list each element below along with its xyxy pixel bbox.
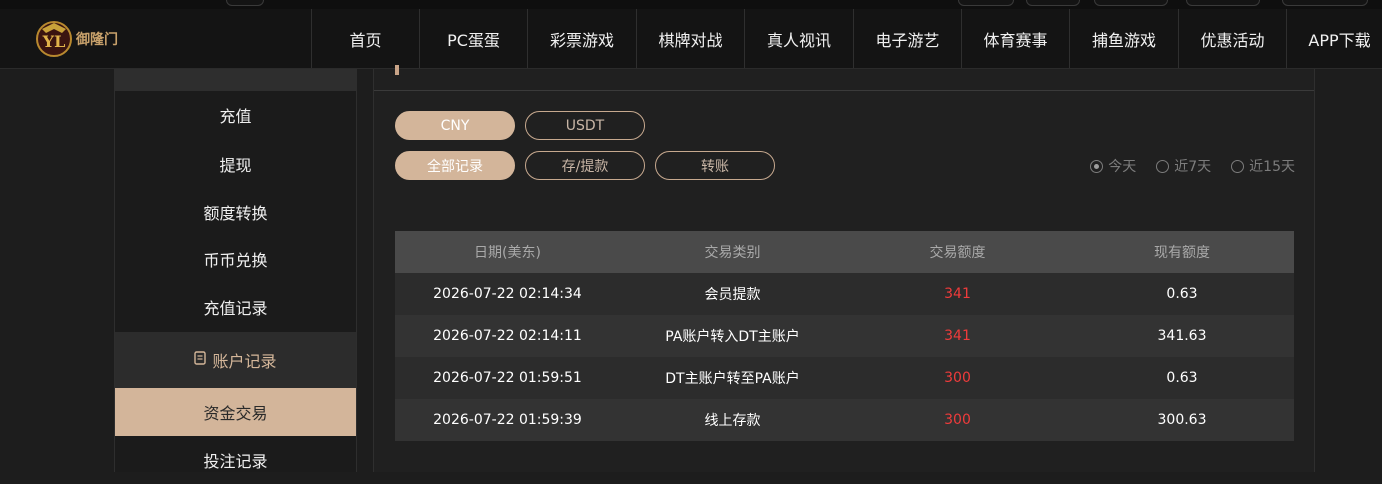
nav-lottery[interactable]: 彩票游戏	[527, 9, 636, 68]
cell-balance: 0.63	[1166, 370, 1198, 386]
date-filter-label: 近7天	[1174, 159, 1212, 175]
sidebar-item-withdraw[interactable]: 提现	[115, 140, 356, 188]
table-row: 2026-07-22 01:59:51 DT主账户转至PA账户 300 0.63	[395, 357, 1294, 399]
section-header-fragment: ◦ ─ ─ ─ ─ ◦	[177, 69, 277, 75]
document-icon	[194, 351, 207, 369]
sidebar-item-deposit[interactable]: 充值	[115, 91, 356, 139]
column-header-type: 交易类别	[704, 245, 761, 261]
cell-date: 2026-07-22 02:14:34	[433, 286, 582, 302]
cell-balance: 300.63	[1157, 412, 1207, 428]
title-accent-bar	[395, 65, 399, 75]
account-sidebar: ◦ ─ ─ ─ ─ ◦ 充值 提现 额度转换 币币兑换 充值记录 账户记录 资金…	[114, 69, 357, 472]
panel-header	[374, 65, 1314, 91]
cell-type: DT主账户转至PA账户	[665, 371, 800, 387]
nav-pc-dandan[interactable]: PC蛋蛋	[419, 9, 527, 68]
top-strip	[0, 0, 1382, 9]
top-control[interactable]	[226, 0, 264, 6]
date-filter-group: 今天 近7天 近15天	[1070, 156, 1295, 176]
sidebar-item-coin-exchange[interactable]: 币币兑换	[115, 235, 356, 283]
cell-amount: 341	[944, 328, 971, 344]
nav-promotions[interactable]: 优惠活动	[1178, 9, 1286, 68]
record-tab-transfer[interactable]: 转账	[655, 151, 775, 180]
column-header-date: 日期(美东)	[474, 245, 541, 261]
cell-balance: 0.63	[1166, 286, 1198, 302]
column-header-amount: 交易额度	[929, 245, 986, 261]
cell-date: 2026-07-22 02:14:11	[433, 328, 582, 344]
radio-icon	[1231, 159, 1245, 173]
currency-tab-usdt[interactable]: USDT	[525, 111, 645, 140]
svg-text:YL: YL	[42, 32, 66, 51]
site-header: YL 御隆门 首页 PC蛋蛋 彩票游戏 棋牌对战 真人视讯 电子游艺 体育赛事 …	[0, 9, 1382, 69]
record-tab-deposit-withdraw[interactable]: 存/提款	[525, 151, 645, 180]
cell-amount: 300	[944, 370, 971, 386]
top-control[interactable]	[958, 0, 1014, 6]
table-header: 日期(美东) 交易类别 交易额度 现有额度	[395, 231, 1294, 273]
dragon-emblem-icon: YL	[36, 21, 72, 57]
sidebar-section-account-records[interactable]: 账户记录	[115, 332, 356, 388]
nav-chess-cards[interactable]: 棋牌对战	[636, 9, 744, 68]
date-filter-label: 今天	[1108, 159, 1137, 175]
cell-amount: 300	[944, 412, 971, 428]
nav-home[interactable]: 首页	[311, 9, 419, 68]
cell-balance: 341.63	[1157, 328, 1207, 344]
date-filter-label: 近15天	[1249, 159, 1295, 175]
nav-slots[interactable]: 电子游艺	[853, 9, 961, 68]
top-control[interactable]	[1026, 0, 1080, 6]
cell-type: PA账户转入DT主账户	[665, 329, 800, 345]
top-control[interactable]	[1094, 0, 1168, 6]
sidebar-section-label: 账户记录	[212, 352, 277, 371]
record-tab-all[interactable]: 全部记录	[395, 151, 515, 180]
table-row: 2026-07-22 01:59:39 线上存款 300 300.63	[395, 399, 1294, 441]
sidebar-item-bet-records[interactable]: 投注记录	[115, 436, 356, 484]
nav-live-casino[interactable]: 真人视讯	[744, 9, 853, 68]
nav-sports[interactable]: 体育赛事	[961, 9, 1069, 68]
sidebar-item-transfer[interactable]: 额度转换	[115, 188, 356, 236]
sidebar-item-deposit-records[interactable]: 充值记录	[115, 283, 356, 331]
cell-date: 2026-07-22 01:59:39	[433, 412, 582, 428]
transactions-panel: CNY USDT 全部记录 存/提款 转账 今天 近7天 近15天 日期(美东)…	[373, 65, 1315, 472]
transactions-table: 日期(美东) 交易类别 交易额度 现有额度 2026-07-22 02:14:3…	[395, 231, 1294, 441]
column-header-balance: 现有额度	[1154, 245, 1210, 261]
sidebar-item-fund-transactions[interactable]: 资金交易	[115, 388, 356, 436]
sidebar-section-header-partial: ◦ ─ ─ ─ ─ ◦	[115, 69, 356, 91]
nav-fishing[interactable]: 捕鱼游戏	[1069, 9, 1178, 68]
logo-text: 御隆门	[76, 32, 118, 48]
date-filter-today[interactable]: 今天	[1090, 156, 1136, 176]
site-logo[interactable]: YL 御隆门	[34, 19, 134, 59]
cell-date: 2026-07-22 01:59:51	[433, 370, 582, 386]
nav-app-download[interactable]: APP下载	[1286, 9, 1382, 68]
top-control[interactable]	[1282, 0, 1368, 6]
currency-tab-cny[interactable]: CNY	[395, 111, 515, 140]
main-nav: 首页 PC蛋蛋 彩票游戏 棋牌对战 真人视讯 电子游艺 体育赛事 捕鱼游戏 优惠…	[311, 9, 1382, 68]
date-filter-15days[interactable]: 近15天	[1231, 156, 1295, 176]
table-row: 2026-07-22 02:14:11 PA账户转入DT主账户 341 341.…	[395, 315, 1294, 357]
cell-type: 线上存款	[704, 413, 761, 429]
cell-amount: 341	[944, 286, 971, 302]
cell-type: 会员提款	[704, 287, 761, 303]
top-control[interactable]	[1186, 0, 1260, 6]
date-filter-7days[interactable]: 近7天	[1156, 156, 1211, 176]
radio-icon	[1156, 159, 1170, 173]
radio-selected-icon	[1090, 159, 1104, 173]
table-row: 2026-07-22 02:14:34 会员提款 341 0.63	[395, 273, 1294, 315]
